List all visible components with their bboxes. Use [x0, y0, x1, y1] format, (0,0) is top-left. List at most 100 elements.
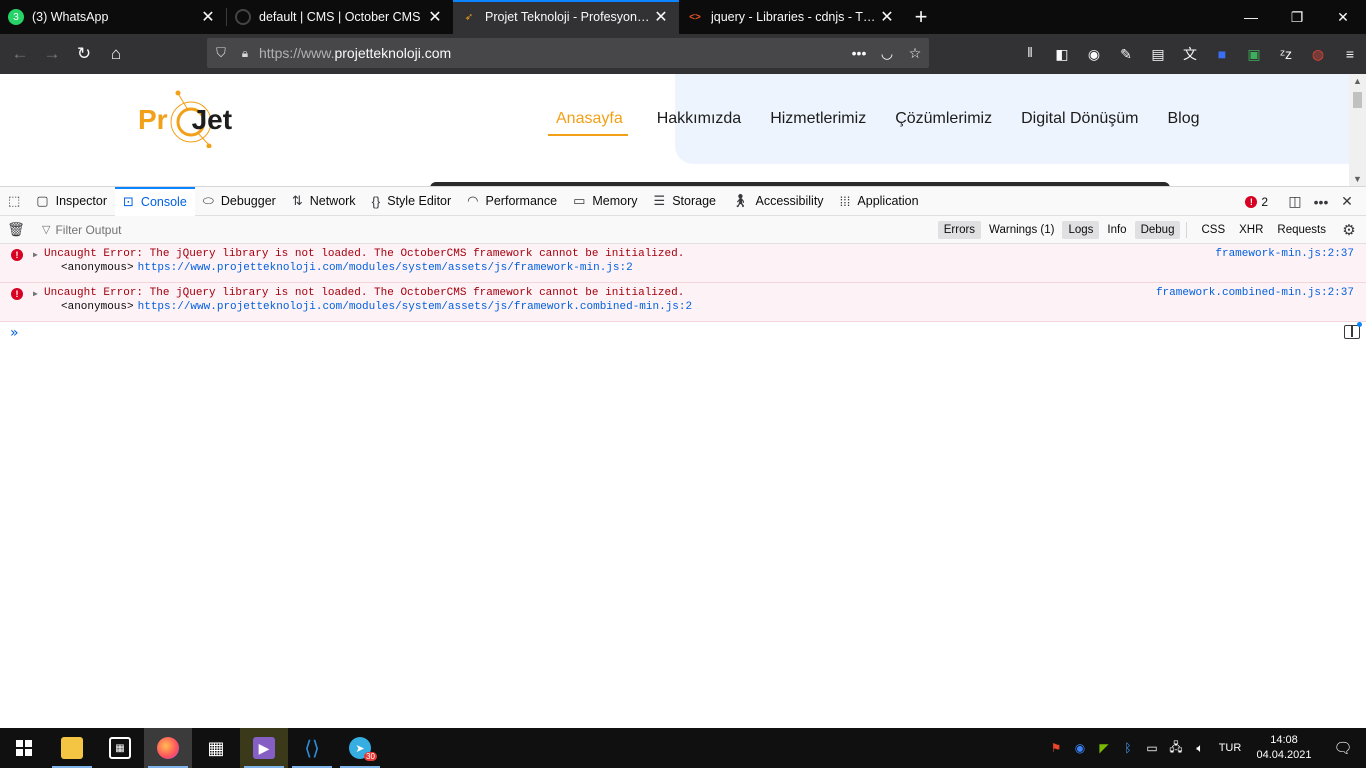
action-center-icon[interactable]: 🗨︎ — [1320, 739, 1366, 757]
console-error-message[interactable]: ! ▶ Uncaught Error: The jQuery library i… — [0, 244, 1366, 283]
console-settings-gear-icon[interactable]: ⚙ — [1338, 221, 1360, 239]
url-text[interactable]: https://www.projetteknoloji.com — [255, 45, 845, 61]
editor-mode-toggle-icon[interactable] — [1344, 325, 1360, 339]
close-tab-icon[interactable]: ✕ — [198, 7, 218, 27]
browser-tab-cdnjs[interactable]: <> jquery - Libraries - cdnjs - The # ✕ — [679, 0, 905, 34]
flag-icon[interactable]: ⚑ — [1044, 741, 1068, 755]
tab-application[interactable]: ⁞⁞⁞ Application — [832, 187, 927, 216]
filter-errors-button[interactable]: Errors — [937, 221, 982, 239]
new-tab-button[interactable]: + — [905, 0, 937, 34]
clear-console-icon[interactable]: 🗑︎ — [0, 221, 32, 238]
tab-console[interactable]: ⊡ Console — [115, 186, 195, 216]
filter-css-button[interactable]: CSS — [1195, 221, 1231, 239]
clock[interactable]: 14:08 04.04.2021 — [1248, 733, 1320, 763]
home-button[interactable]: ⌂ — [100, 38, 132, 70]
error-count: 2 — [1261, 194, 1268, 209]
nav-link-cozumlerimiz[interactable]: Çözümlerimiz — [895, 110, 992, 136]
stack-frame-link[interactable]: https://www.projetteknoloji.com/modules/… — [138, 262, 633, 274]
nav-link-digital-donusum[interactable]: Digital Dönüşüm — [1021, 110, 1138, 136]
console-input-line[interactable]: » — [0, 322, 1366, 346]
element-picker-button[interactable]: ⬚ — [0, 187, 28, 216]
back-button[interactable]: ← — [4, 38, 36, 70]
tab-memory[interactable]: ▭ Memory — [565, 187, 645, 216]
nav-link-hakkimizda[interactable]: Hakkımızda — [657, 110, 741, 136]
tab-network[interactable]: ⇅ Network — [284, 187, 364, 216]
lock-icon[interactable]: 🔒︎ — [235, 46, 255, 61]
tab-debugger[interactable]: ⬭ Debugger — [195, 187, 284, 216]
nav-link-hizmetlerimiz[interactable]: Hizmetlerimiz — [770, 110, 866, 136]
browser-tab-projet[interactable]: ➶ Projet Teknoloji - Profesyonel, I ✕ — [453, 0, 679, 34]
sleep-tabs-icon[interactable]: ᶻz — [1270, 38, 1302, 70]
taskbar-telegram[interactable]: ➤ 30 — [336, 728, 384, 768]
filter-info-button[interactable]: Info — [1101, 221, 1132, 239]
url-bar[interactable]: ⛉ 🔒︎ https://www.projetteknoloji.com •••… — [207, 38, 929, 68]
tab-performance[interactable]: ◠ Performance — [459, 187, 565, 216]
filter-output-input[interactable]: ▽ Filter Output — [42, 223, 122, 237]
taskbar-vscode[interactable]: ⟨⟩ — [288, 728, 336, 768]
account-icon[interactable]: ◉ — [1078, 38, 1110, 70]
tab-style-editor[interactable]: {} Style Editor — [364, 187, 460, 216]
page-actions-icon[interactable]: ••• — [845, 45, 873, 61]
extension-globe-icon[interactable]: ◍ — [1302, 38, 1334, 70]
menu-icon[interactable]: ≡ — [1334, 38, 1366, 70]
taskbar-store[interactable]: ▦ — [96, 728, 144, 768]
scroll-up-arrow[interactable]: ▲ — [1349, 74, 1366, 88]
start-button[interactable] — [0, 728, 48, 768]
error-count-badge[interactable]: ! 2 — [1245, 195, 1268, 209]
scroll-down-arrow[interactable]: ▼ — [1349, 172, 1366, 186]
taskbar-visual-studio[interactable]: ▶ — [240, 728, 288, 768]
tab-accessibility[interactable]: 🚶︎ Accessibility — [724, 187, 832, 216]
bluetooth-icon[interactable]: ᛒ — [1116, 741, 1140, 755]
nvidia-icon[interactable]: ◤ — [1092, 741, 1116, 755]
sidebar-icon[interactable]: ◧ — [1046, 38, 1078, 70]
scrollbar-thumb[interactable] — [1353, 92, 1362, 108]
close-devtools-icon[interactable]: ✕ — [1334, 193, 1360, 210]
reader-list-icon[interactable]: ▤ — [1142, 38, 1174, 70]
forward-button[interactable]: → — [36, 38, 68, 70]
eyedropper-icon[interactable]: ✎ — [1110, 38, 1142, 70]
close-tab-icon[interactable]: ✕ — [651, 7, 671, 27]
console-error-message[interactable]: ! ▶ Uncaught Error: The jQuery library i… — [0, 283, 1366, 322]
expand-arrow-icon[interactable]: ▶ — [33, 289, 38, 299]
nav-link-anasayfa[interactable]: Anasayfa — [548, 110, 628, 136]
input-language[interactable]: TUR — [1212, 742, 1248, 754]
source-link[interactable]: framework.combined-min.js:2:37 — [1156, 287, 1354, 299]
bookmark-star-icon[interactable]: ☆ — [901, 45, 929, 62]
extension-red-icon[interactable]: ■ — [1206, 38, 1238, 70]
taskbar-firefox[interactable] — [144, 728, 192, 768]
site-logo[interactable]: Pr Jet — [138, 88, 253, 148]
taskbar-file-explorer[interactable] — [48, 728, 96, 768]
expand-arrow-icon[interactable]: ▶ — [33, 250, 38, 260]
close-tab-icon[interactable]: ✕ — [425, 7, 445, 27]
tracking-protection-icon[interactable]: ⛉ — [207, 45, 235, 61]
dock-toggle-icon[interactable]: ◫ — [1282, 193, 1308, 210]
pocket-icon[interactable]: ◡ — [873, 45, 901, 62]
translate-icon[interactable]: 文 — [1174, 38, 1206, 70]
tab-storage[interactable]: ☰ Storage — [646, 187, 724, 216]
browser-tab-whatsapp[interactable]: 3 (3) WhatsApp ✕ — [0, 0, 226, 34]
filter-debug-button[interactable]: Debug — [1134, 221, 1181, 239]
power-icon[interactable]: ▭ — [1140, 741, 1164, 755]
stack-frame-link[interactable]: https://www.projetteknoloji.com/modules/… — [138, 301, 693, 313]
antivirus-icon[interactable]: ◉ — [1068, 741, 1092, 755]
tab-inspector[interactable]: ▢ Inspector — [28, 187, 115, 216]
devtools-menu-icon[interactable]: ••• — [1308, 194, 1334, 210]
filter-xhr-button[interactable]: XHR — [1233, 221, 1269, 239]
nav-link-blog[interactable]: Blog — [1167, 110, 1199, 136]
close-window-button[interactable]: ✕ — [1320, 0, 1366, 34]
minimize-button[interactable]: — — [1228, 0, 1274, 34]
taskbar-calculator[interactable]: ▦ — [192, 728, 240, 768]
browser-tab-october-cms[interactable]: default | CMS | October CMS ✕ — [227, 0, 453, 34]
extension-green-icon[interactable]: ▣ — [1238, 38, 1270, 70]
filter-warnings-button[interactable]: Warnings (1) — [983, 221, 1060, 239]
close-tab-icon[interactable]: ✕ — [877, 7, 897, 27]
page-scrollbar[interactable]: ▲ ▼ — [1349, 74, 1366, 186]
library-icon[interactable]: 𝍪 — [1014, 38, 1046, 70]
filter-requests-button[interactable]: Requests — [1271, 221, 1332, 239]
network-icon[interactable]: 🖧︎ — [1164, 738, 1188, 759]
filter-logs-button[interactable]: Logs — [1062, 221, 1100, 239]
volume-icon[interactable]: 🔈︎ — [1188, 741, 1212, 756]
restore-button[interactable]: ❐ — [1274, 0, 1320, 34]
source-link[interactable]: framework-min.js:2:37 — [1215, 248, 1354, 260]
reload-button[interactable]: ↻ — [68, 38, 100, 70]
